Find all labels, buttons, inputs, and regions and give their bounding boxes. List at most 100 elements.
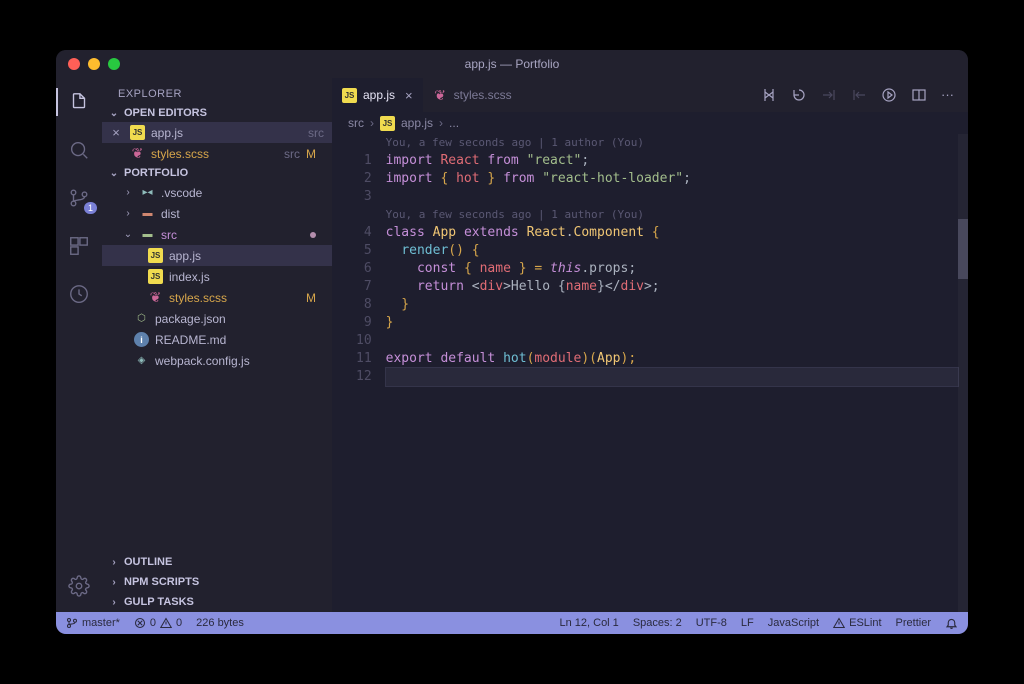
explorer-activity[interactable] (65, 88, 93, 116)
window-title: app.js — Portfolio (56, 57, 968, 71)
warning-icon (833, 617, 845, 629)
js-icon: JS (380, 116, 395, 131)
cursor-line (386, 368, 958, 386)
file-packagejson[interactable]: ⬡ package.json (102, 308, 332, 329)
js-icon: JS (148, 269, 163, 284)
language-status[interactable]: JavaScript (768, 617, 819, 629)
indentation-status[interactable]: Spaces: 2 (633, 617, 682, 629)
chevron-right-icon: › (122, 187, 134, 198)
chevron-down-icon: ⌄ (108, 108, 120, 119)
file-appjs[interactable]: JS app.js (102, 245, 332, 266)
folder-icon: ▸◂ (140, 185, 155, 200)
folder-src[interactable]: ⌄ ▬ src (102, 224, 332, 245)
warning-icon (160, 617, 172, 629)
js-icon: JS (342, 88, 357, 103)
folder-icon: ▬ (140, 227, 155, 242)
tab-styles[interactable]: ❦ styles.scss (423, 78, 522, 112)
vscode-window: app.js — Portfolio 1 (56, 50, 968, 634)
tab-appjs[interactable]: JS app.js × (332, 78, 423, 112)
next-change-icon[interactable] (851, 87, 867, 103)
liveshare-icon (68, 283, 90, 305)
file-size-status[interactable]: 226 bytes (196, 617, 244, 629)
portfolio-header[interactable]: ⌄ PORTFOLIO (102, 164, 332, 182)
compare-changes-icon[interactable] (761, 87, 777, 103)
file-tree: › ▸◂ .vscode › ▬ dist ⌄ ▬ src JS ap (102, 182, 332, 552)
activity-bar: 1 (56, 78, 102, 612)
prettier-status[interactable]: Prettier (896, 617, 931, 629)
sidebar-title: EXPLORER (102, 78, 332, 104)
line-gutter: 1 2 3 4 5 6 7 8 9 10 11 12 (332, 134, 386, 612)
search-activity[interactable] (65, 136, 93, 164)
problems-status[interactable]: 0 0 (134, 617, 182, 629)
codelens[interactable]: You, a few seconds ago | 1 author (You) (386, 206, 958, 224)
scss-icon: ❦ (433, 88, 448, 103)
folder-vscode[interactable]: › ▸◂ .vscode (102, 182, 332, 203)
open-editor-appjs[interactable]: × JS app.js src (102, 122, 332, 143)
more-actions-icon[interactable]: ··· (941, 87, 954, 103)
encoding-status[interactable]: UTF-8 (696, 617, 727, 629)
code-content[interactable]: You, a few seconds ago | 1 author (You) … (386, 134, 968, 612)
run-icon[interactable] (881, 87, 897, 103)
prev-change-icon[interactable] (821, 87, 837, 103)
minimize-window-button[interactable] (88, 58, 100, 70)
extensions-icon (68, 235, 90, 257)
chevron-down-icon: ⌄ (108, 168, 120, 179)
gear-icon (68, 575, 90, 597)
breadcrumb[interactable]: src › JS app.js › ... (332, 112, 968, 134)
info-icon: i (134, 332, 149, 347)
extensions-activity[interactable] (65, 232, 93, 260)
scss-icon: ❦ (130, 146, 145, 161)
status-bar: master* 0 0 226 bytes Ln 12, Col 1 Space… (56, 612, 968, 634)
notifications-status[interactable] (945, 617, 958, 630)
git-branch-status[interactable]: master* (66, 617, 120, 629)
editor-group: JS app.js × ❦ styles.scss ··· (332, 78, 968, 612)
traffic-lights (56, 58, 120, 70)
sidebar: EXPLORER ⌄ OPEN EDITORS × JS app.js src … (102, 78, 332, 612)
outline-section[interactable]: › OUTLINE (102, 552, 332, 572)
maximize-window-button[interactable] (108, 58, 120, 70)
json-icon: ⬡ (134, 311, 149, 326)
modified-dot-icon (310, 232, 316, 238)
js-icon: JS (130, 125, 145, 140)
js-icon: JS (148, 248, 163, 263)
scss-icon: ❦ (148, 290, 163, 305)
bell-icon (945, 617, 958, 630)
tabs-row: JS app.js × ❦ styles.scss ··· (332, 78, 968, 112)
files-icon (68, 91, 90, 113)
webpack-icon: ◈ (134, 353, 149, 368)
scm-activity[interactable]: 1 (65, 184, 93, 212)
error-icon (134, 617, 146, 629)
branch-icon (66, 617, 78, 629)
chevron-right-icon: › (122, 208, 134, 219)
file-readme[interactable]: i README.md (102, 329, 332, 350)
open-changes-icon[interactable] (791, 87, 807, 103)
close-window-button[interactable] (68, 58, 80, 70)
npm-scripts-section[interactable]: › NPM SCRIPTS (102, 572, 332, 592)
folder-dist[interactable]: › ▬ dist (102, 203, 332, 224)
file-styles[interactable]: ❦ styles.scss M (102, 287, 332, 308)
search-icon (68, 139, 90, 161)
split-editor-icon[interactable] (911, 87, 927, 103)
chevron-right-icon: › (108, 557, 120, 568)
cursor-position-status[interactable]: Ln 12, Col 1 (559, 617, 618, 629)
gulp-tasks-section[interactable]: › GULP TASKS (102, 592, 332, 612)
settings-activity[interactable] (65, 572, 93, 600)
chevron-right-icon: › (439, 116, 443, 130)
open-editor-styles[interactable]: ❦ styles.scss src M (102, 143, 332, 164)
liveshare-activity[interactable] (65, 280, 93, 308)
code-editor[interactable]: 1 2 3 4 5 6 7 8 9 10 11 12 You, a few se… (332, 134, 968, 612)
chevron-down-icon: ⌄ (122, 229, 134, 240)
folder-icon: ▬ (140, 206, 155, 221)
close-icon[interactable]: × (108, 125, 124, 140)
minimap[interactable] (958, 134, 968, 612)
file-indexjs[interactable]: JS index.js (102, 266, 332, 287)
scm-badge: 1 (84, 202, 97, 214)
codelens[interactable]: You, a few seconds ago | 1 author (You) (386, 134, 958, 152)
open-editors-header[interactable]: ⌄ OPEN EDITORS (102, 104, 332, 122)
tab-actions: ··· (761, 87, 968, 103)
eol-status[interactable]: LF (741, 617, 754, 629)
file-webpack[interactable]: ◈ webpack.config.js (102, 350, 332, 371)
eslint-status[interactable]: ESLint (833, 617, 881, 629)
close-icon[interactable]: × (405, 88, 413, 103)
chevron-right-icon: › (370, 116, 374, 130)
